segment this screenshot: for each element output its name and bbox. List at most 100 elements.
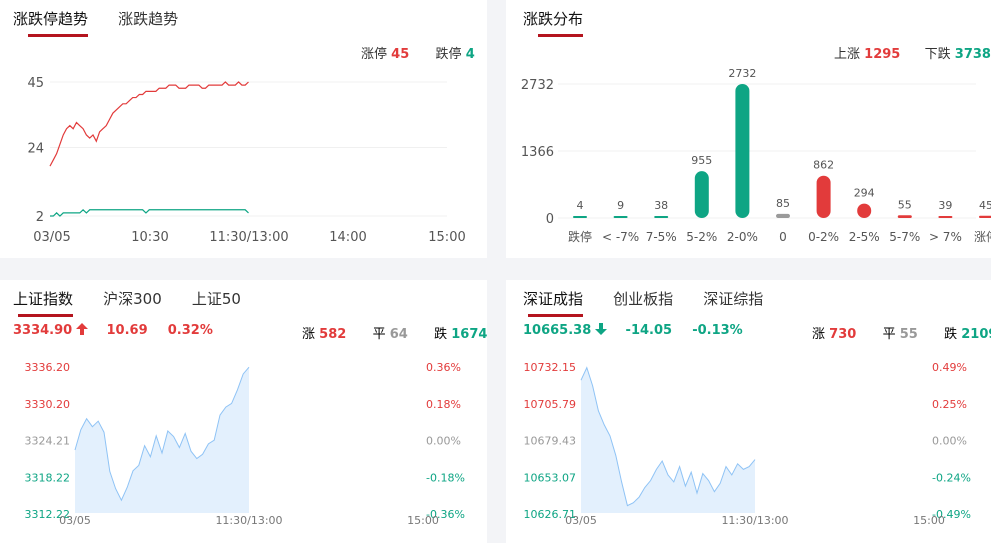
distribution-bar — [735, 84, 750, 218]
index-area-fill — [75, 367, 249, 513]
sz-index-chart: 10732.15 0.49% 10705.79 0.25% 10679.43 0.00% 1… — [524, 361, 971, 527]
sz-flat-label: 平 — [882, 327, 896, 342]
y-tick-right-label: -0.18% — [426, 471, 465, 484]
bar-value-label: 2732 — [728, 67, 756, 80]
x-tick-label: 15:00 — [428, 230, 465, 245]
sz-index-change-pct: -0.13% — [692, 323, 743, 338]
category-label: 5-7% — [889, 230, 920, 244]
distribution-bar — [776, 213, 790, 218]
y-tick-right-label: 0.00% — [932, 435, 967, 448]
y-tick-label: 1366 — [521, 145, 554, 160]
y-tick-left-label: 10732.15 — [524, 361, 577, 374]
distribution-bar — [573, 216, 587, 218]
sz-index-price: 10665.38 — [523, 323, 592, 338]
y-tick-label: 2 — [36, 210, 44, 225]
category-label: 2-5% — [849, 230, 880, 244]
sh-index-price: 3334.90 — [13, 323, 73, 338]
limit-down-line — [50, 208, 249, 217]
bar-value-label: 955 — [691, 154, 712, 167]
category-label: 0-2% — [808, 230, 839, 244]
sz-breadth: 涨 730 平 55 跌 2109 — [812, 323, 991, 342]
bar-value-label: 85 — [776, 197, 790, 210]
sh-index-change-pct: 0.32% — [167, 323, 213, 338]
category-label: > 7% — [929, 230, 962, 244]
bar-value-label: 9 — [617, 199, 624, 212]
distribution-bar — [613, 216, 628, 218]
sh-rise-label: 涨 — [302, 327, 316, 342]
sh-index-change: 10.69 — [106, 323, 148, 338]
arrow-up-icon — [76, 323, 89, 335]
sh-fall-label: 跌 — [434, 327, 448, 342]
distribution-bar — [816, 175, 831, 218]
y-tick-left-label: 3324.21 — [25, 435, 71, 448]
bar-value-label: 294 — [854, 187, 875, 200]
category-label: 涨停 — [974, 229, 991, 244]
sz-index-change: -14.05 — [625, 323, 673, 338]
distribution-chart: 2732 1366 0 4 跌停 9 < -7% 38 7-5% 955 5-2% 2732 2-0% 8… — [521, 67, 991, 244]
x-tick-label: 11:30/13:00 — [209, 230, 288, 245]
y-tick-label: 2732 — [521, 78, 554, 93]
limit-trend-panel: 涨跌停趋势 涨跌趋势 涨停 45 跌停 4 45 24 2 03/05 10:30 11:… — [0, 0, 487, 258]
y-tick-right-label: -0.24% — [932, 471, 971, 484]
sz-flat-value: 55 — [899, 327, 918, 342]
y-tick-left-label: 3318.22 — [25, 471, 71, 484]
y-tick-right-label: 0.18% — [426, 398, 461, 411]
bar-value-label: 55 — [898, 198, 912, 211]
y-tick-left-label: 10653.07 — [524, 471, 577, 484]
distribution-bar — [897, 215, 912, 218]
sh-rise-value: 582 — [319, 327, 347, 342]
y-tick-left-label: 10679.43 — [524, 435, 577, 448]
bar-value-label: 862 — [813, 159, 834, 172]
limit-up-line — [49, 81, 249, 167]
limit-trend-chart: 45 24 2 03/05 10:30 11:30/13:00 14:00 15:00 — [27, 76, 465, 245]
arrow-down-icon — [595, 323, 608, 335]
bar-value-label: 38 — [654, 199, 668, 212]
category-label: 7-5% — [646, 230, 677, 244]
sh-index-panel: 上证指数 沪深300 上证50 3336.20 0.36% 3330.20 0.18%… — [0, 280, 487, 543]
category-label: 5-2% — [686, 230, 717, 244]
distribution-bar — [654, 216, 669, 218]
category-label: 跌停 — [568, 229, 592, 244]
x-tick-label: 03/05 — [59, 514, 91, 527]
distribution-bar — [857, 203, 872, 218]
y-tick-right-label: 0.49% — [932, 361, 967, 374]
y-tick-left-label: 3336.20 — [25, 361, 71, 374]
bar-value-label: 45 — [979, 199, 991, 212]
x-tick-label: 15:00 — [407, 514, 439, 527]
y-tick-left-label: 10705.79 — [524, 398, 577, 411]
x-tick-label: 11:30/13:00 — [215, 514, 282, 527]
y-tick-left-label: 3330.20 — [25, 398, 71, 411]
sh-fall-value: 1674 — [451, 327, 488, 342]
bar-value-label: 4 — [577, 199, 584, 212]
x-tick-label: 11:30/13:00 — [721, 514, 788, 527]
x-tick-label: 14:00 — [329, 230, 366, 245]
x-tick-label: 03/05 — [33, 230, 70, 245]
sh-flat-label: 平 — [372, 327, 386, 342]
distribution-bar — [694, 171, 709, 218]
sh-flat-value: 64 — [389, 327, 408, 342]
sz-rise-label: 涨 — [812, 327, 826, 342]
x-tick-label: 03/05 — [565, 514, 597, 527]
category-label: < -7% — [602, 230, 639, 244]
y-tick-label: 45 — [27, 76, 44, 91]
sz-index-panel: 深证成指 创业板指 深证综指 10732.15 0.49% 10705.79 0.25… — [506, 280, 991, 543]
y-tick-label: 0 — [546, 212, 554, 227]
sz-fall-label: 跌 — [944, 327, 958, 342]
sh-index-chart: 3336.20 0.36% 3330.20 0.18% 3324.21 0.00% 3318… — [25, 361, 465, 527]
y-tick-right-label: 0.00% — [426, 435, 461, 448]
x-tick-label: 10:30 — [131, 230, 168, 245]
sz-index-quote: 10665.38 -14.05 -0.13% — [523, 323, 743, 338]
y-tick-label: 24 — [27, 141, 44, 156]
x-tick-label: 15:00 — [913, 514, 945, 527]
distribution-panel: 涨跌分布 上涨 1295 下跌 3738 2732 1366 0 4 跌停 9 < -7% 3… — [506, 0, 991, 258]
distribution-bar — [938, 216, 953, 218]
sh-index-quote: 3334.90 10.69 0.32% — [13, 323, 213, 338]
y-tick-right-label: 0.36% — [426, 361, 461, 374]
distribution-bar — [979, 215, 991, 218]
sz-fall-value: 2109 — [961, 327, 991, 342]
y-tick-right-label: 0.25% — [932, 398, 967, 411]
category-label: 0 — [779, 230, 787, 244]
category-label: 2-0% — [727, 230, 758, 244]
index-area-fill — [581, 367, 755, 513]
sh-breadth: 涨 582 平 64 跌 1674 — [302, 323, 487, 342]
